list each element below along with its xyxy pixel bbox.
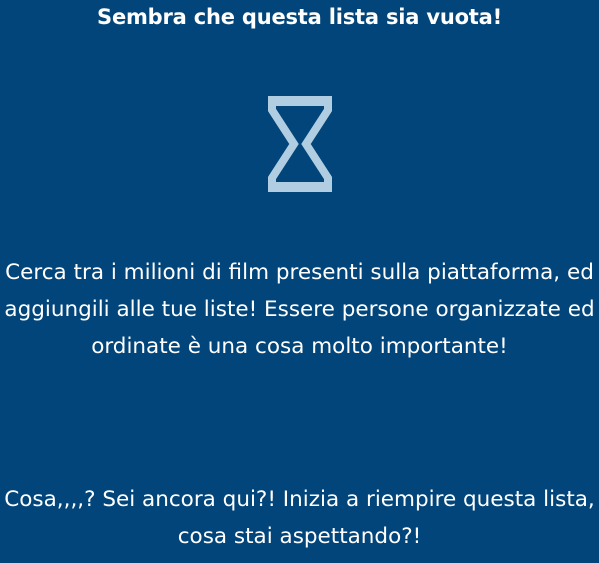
empty-list-message-primary: Cerca tra i milioni di film presenti sul…	[4, 260, 595, 359]
hourglass-icon	[268, 96, 332, 192]
empty-list-message-secondary: Cosa,,,,? Sei ancora qui?! Inizia a riem…	[4, 487, 595, 549]
empty-list-title: Sembra che questa lista sia vuota!	[97, 5, 502, 29]
empty-list-state: Sembra che questa lista sia vuota! Cerca…	[0, 0, 599, 563]
